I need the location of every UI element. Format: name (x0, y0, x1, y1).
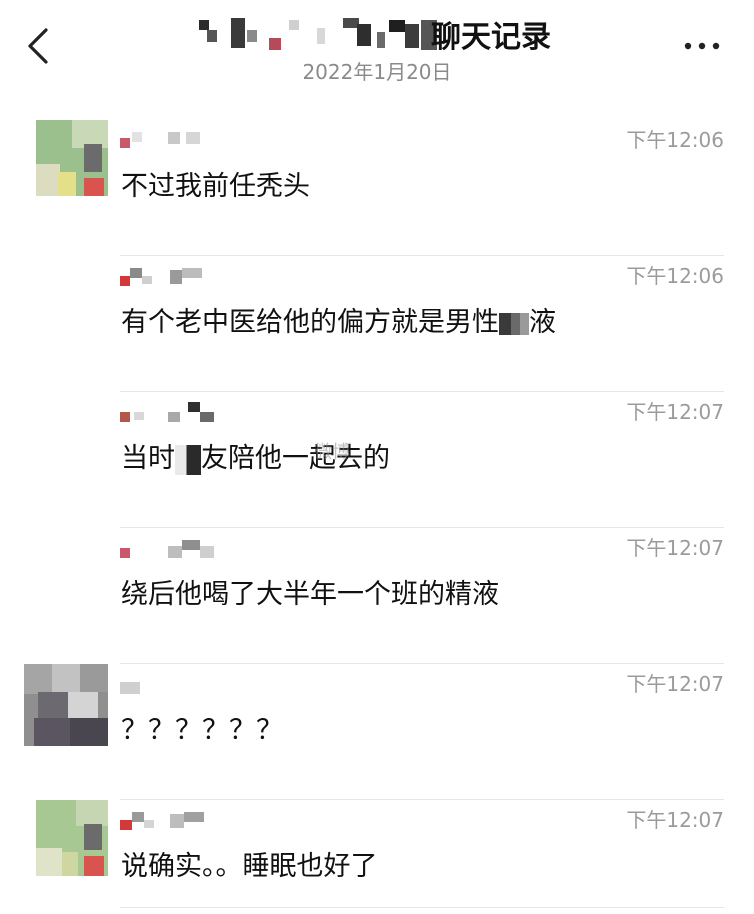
sender-name-mosaic (120, 264, 250, 286)
message-time: 下午12:07 (626, 808, 724, 832)
message-text: 有个老中医给他的偏方就是男性液 (121, 300, 556, 339)
message-item[interactable]: 下午12:07 绕后他喝了大半年一个班的精液 (0, 528, 754, 664)
chat-history-header: 聊天记录 2022年1月20日 (0, 0, 754, 100)
title-redaction-mosaic (191, 18, 437, 52)
message-item[interactable]: 下午12:06 有个老中医给他的偏方就是男性液 (0, 256, 754, 392)
message-item[interactable]: 下午12:07 ？？？？？？ (0, 664, 754, 800)
sender-name-mosaic (120, 808, 250, 830)
chat-date: 2022年1月20日 (302, 60, 452, 84)
censor-mosaic (175, 444, 201, 475)
message-text-part: 当时 (121, 443, 175, 474)
weibo-watermark: 微博 (314, 442, 350, 463)
page-title: 聊天记录 (431, 20, 551, 55)
sender-name-mosaic (120, 400, 250, 422)
divider (120, 907, 724, 908)
sender-name-mosaic (120, 672, 250, 694)
message-time: 下午12:07 (626, 536, 724, 560)
censor-mosaic (499, 312, 529, 335)
message-item[interactable]: 下午12:06 不过我前任秃头 (0, 120, 754, 256)
avatar[interactable] (36, 120, 108, 196)
header-title: 聊天记录 (185, 12, 575, 55)
message-text-part: 液 (529, 307, 556, 338)
message-text-part: 有个老中医给他的偏方就是男性 (121, 307, 499, 338)
more-dots-icon[interactable] (684, 41, 720, 51)
message-text: ？？？？？？ (121, 715, 283, 746)
message-time: 下午12:07 (626, 400, 724, 424)
message-time: 下午12:06 (626, 128, 724, 152)
message-item[interactable]: 下午12:07 当时 友陪他一起去的 (0, 392, 754, 528)
avatar[interactable] (36, 800, 108, 876)
message-time: 下午12:06 (626, 264, 724, 288)
message-text: 不过我前任秃头 (121, 171, 310, 202)
message-text: 绕后他喝了大半年一个班的精液 (121, 579, 499, 610)
message-text: 说确实。。睡眠也好了 (121, 851, 378, 882)
avatar[interactable] (24, 664, 108, 746)
sender-name-mosaic (120, 128, 250, 148)
sender-name-mosaic (120, 536, 250, 558)
message-item[interactable]: 下午12:07 说确实。。睡眠也好了 (0, 800, 754, 908)
message-text-part: 友陪他一起去的 (201, 443, 390, 474)
message-time: 下午12:07 (626, 672, 724, 696)
